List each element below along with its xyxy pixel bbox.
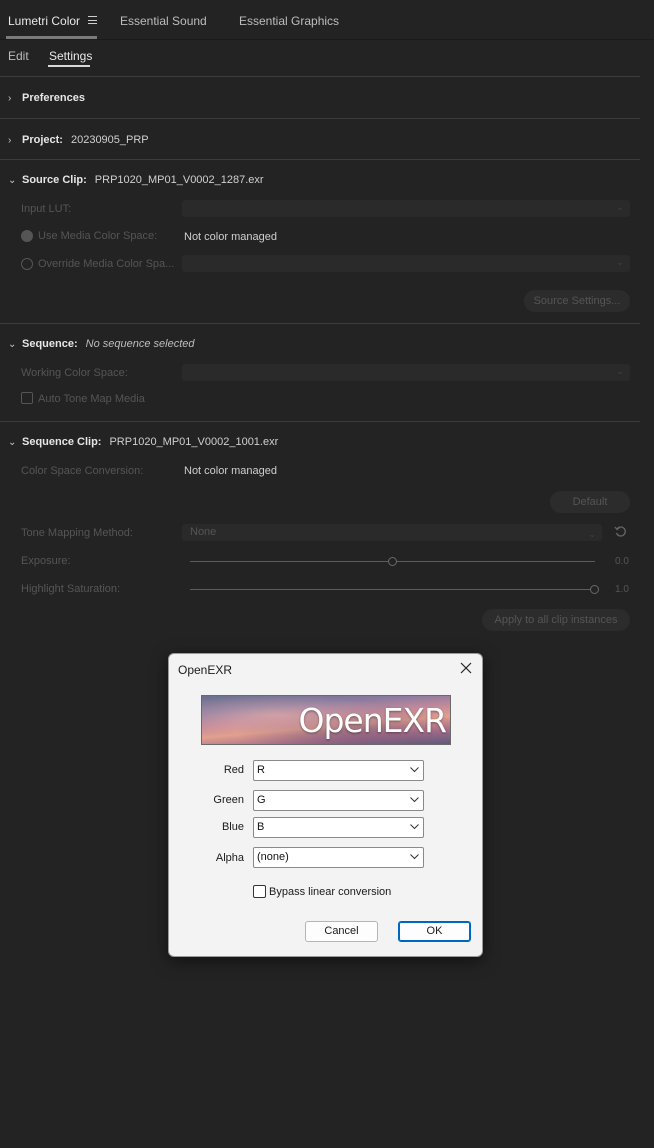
- bypass-linear-conversion-checkbox[interactable]: [253, 885, 266, 898]
- default-button[interactable]: Default: [550, 491, 630, 513]
- preferences-section-header[interactable]: › Preferences: [8, 92, 93, 104]
- override-media-color-space-label: Override Media Color Spa...: [38, 258, 175, 270]
- dropdown-arrow-icon: ⌄: [616, 257, 624, 267]
- tab-edit[interactable]: Edit: [8, 49, 29, 63]
- blue-label: Blue: [221, 821, 244, 833]
- exposure-label: Exposure:: [21, 555, 71, 567]
- tab-essential-sound[interactable]: Essential Sound: [120, 14, 207, 28]
- openexr-dialog: OpenEXR OpenEXR Red R Green G Blue B Alp…: [168, 653, 483, 957]
- dropdown-arrow-icon: [410, 854, 419, 860]
- hamburger-menu-icon[interactable]: [88, 16, 97, 24]
- tone-mapping-method-label: Tone Mapping Method:: [21, 527, 133, 539]
- input-lut-select[interactable]: ⌄: [182, 200, 630, 217]
- green-label: Green: [213, 794, 244, 806]
- tone-mapping-method-select[interactable]: None ⌄: [182, 524, 602, 541]
- close-icon[interactable]: [458, 660, 474, 676]
- panel-tab-bar: Lumetri Color Essential Sound Essential …: [0, 0, 654, 40]
- divider: [0, 421, 640, 422]
- active-subtab-indicator: [48, 65, 90, 67]
- ok-button[interactable]: OK: [398, 921, 471, 942]
- dropdown-arrow-icon: ⌄: [616, 366, 624, 376]
- dropdown-arrow-icon: [410, 824, 419, 830]
- red-label: Red: [223, 764, 244, 776]
- bypass-linear-conversion-label[interactable]: Bypass linear conversion: [269, 886, 391, 898]
- section-title: Source Clip:: [22, 174, 87, 186]
- source-clip-section-header[interactable]: ⌄ Source Clip: PRP1020_MP01_V0002_1287.e…: [8, 174, 264, 186]
- alpha-label: Alpha: [215, 852, 244, 864]
- project-section-header[interactable]: › Project: 20230905_PRP: [8, 134, 149, 146]
- color-space-conversion-label: Color Space Conversion:: [21, 465, 144, 477]
- divider: [0, 76, 640, 77]
- dropdown-arrow-icon: [410, 767, 419, 773]
- bypass-linear-conversion-row[interactable]: Bypass linear conversion: [253, 885, 391, 898]
- apply-to-all-clip-instances-button[interactable]: Apply to all clip instances: [482, 609, 630, 631]
- active-tab-indicator: [6, 36, 97, 39]
- exposure-value[interactable]: 0.0: [615, 556, 629, 567]
- section-title: Sequence Clip:: [22, 436, 102, 448]
- override-color-space-select[interactable]: ⌄: [182, 255, 630, 272]
- sequence-clip-section-header[interactable]: ⌄ Sequence Clip: PRP1020_MP01_V0002_1001…: [8, 436, 278, 448]
- openexr-logo-text: OpenEXR: [298, 701, 447, 740]
- source-settings-button[interactable]: Source Settings...: [524, 290, 630, 312]
- dialog-title: OpenEXR: [178, 663, 233, 677]
- divider: [0, 159, 640, 160]
- auto-tone-map-label: Auto Tone Map Media: [38, 393, 145, 405]
- green-channel-select[interactable]: G: [253, 790, 424, 811]
- section-title: Preferences: [22, 92, 85, 104]
- red-channel-select[interactable]: R: [253, 760, 424, 781]
- divider: [0, 118, 640, 119]
- sequence-clip-name: PRP1020_MP01_V0002_1001.exr: [109, 436, 279, 448]
- exposure-slider-knob[interactable]: [387, 557, 397, 566]
- red-channel-value: R: [257, 764, 265, 776]
- chevron-right-icon: ›: [8, 134, 12, 146]
- project-name: 20230905_PRP: [70, 134, 149, 146]
- chevron-right-icon: ›: [8, 92, 12, 104]
- highlight-saturation-value[interactable]: 1.0: [615, 584, 629, 595]
- use-media-color-space-value: Not color managed: [184, 231, 277, 243]
- alpha-channel-value: (none): [257, 851, 289, 863]
- tone-mapping-value: None: [190, 526, 217, 538]
- sequence-section-header[interactable]: ⌄ Sequence: No sequence selected: [8, 338, 195, 350]
- chevron-down-icon: ⌄: [8, 174, 17, 186]
- working-color-space-label: Working Color Space:: [21, 367, 128, 379]
- chevron-down-icon: ⌄: [8, 436, 17, 448]
- highlight-saturation-slider-track[interactable]: [190, 589, 595, 590]
- tab-settings[interactable]: Settings: [49, 49, 92, 63]
- tab-essential-graphics[interactable]: Essential Graphics: [239, 14, 339, 28]
- highlight-saturation-label: Highlight Saturation:: [21, 583, 121, 595]
- green-channel-value: G: [257, 794, 266, 806]
- use-media-color-space-radio[interactable]: [21, 230, 33, 242]
- section-title: Project:: [22, 134, 63, 146]
- source-clip-name: PRP1020_MP01_V0002_1287.exr: [94, 174, 264, 186]
- divider: [0, 323, 640, 324]
- cancel-button[interactable]: Cancel: [305, 921, 378, 942]
- override-media-color-space-radio[interactable]: [21, 258, 33, 270]
- working-color-space-select[interactable]: ⌄: [182, 364, 630, 381]
- highlight-saturation-slider-knob[interactable]: [590, 585, 599, 594]
- sequence-name: No sequence selected: [85, 338, 195, 350]
- section-title: Sequence:: [22, 338, 78, 350]
- auto-tone-map-checkbox[interactable]: [21, 392, 33, 404]
- dropdown-arrow-icon: ⌄: [588, 529, 596, 539]
- blue-channel-select[interactable]: B: [253, 817, 424, 838]
- dropdown-arrow-icon: ⌄: [616, 202, 624, 212]
- input-lut-label: Input LUT:: [21, 203, 72, 215]
- color-space-conversion-value: Not color managed: [184, 465, 277, 477]
- tab-lumetri-color[interactable]: Lumetri Color: [8, 14, 80, 28]
- alpha-channel-select[interactable]: (none): [253, 847, 424, 868]
- dropdown-arrow-icon: [410, 797, 419, 803]
- use-media-color-space-label: Use Media Color Space:: [38, 230, 158, 242]
- reset-icon[interactable]: [614, 525, 627, 538]
- chevron-down-icon: ⌄: [8, 338, 17, 350]
- openexr-banner-image: OpenEXR: [201, 695, 451, 745]
- blue-channel-value: B: [257, 821, 265, 833]
